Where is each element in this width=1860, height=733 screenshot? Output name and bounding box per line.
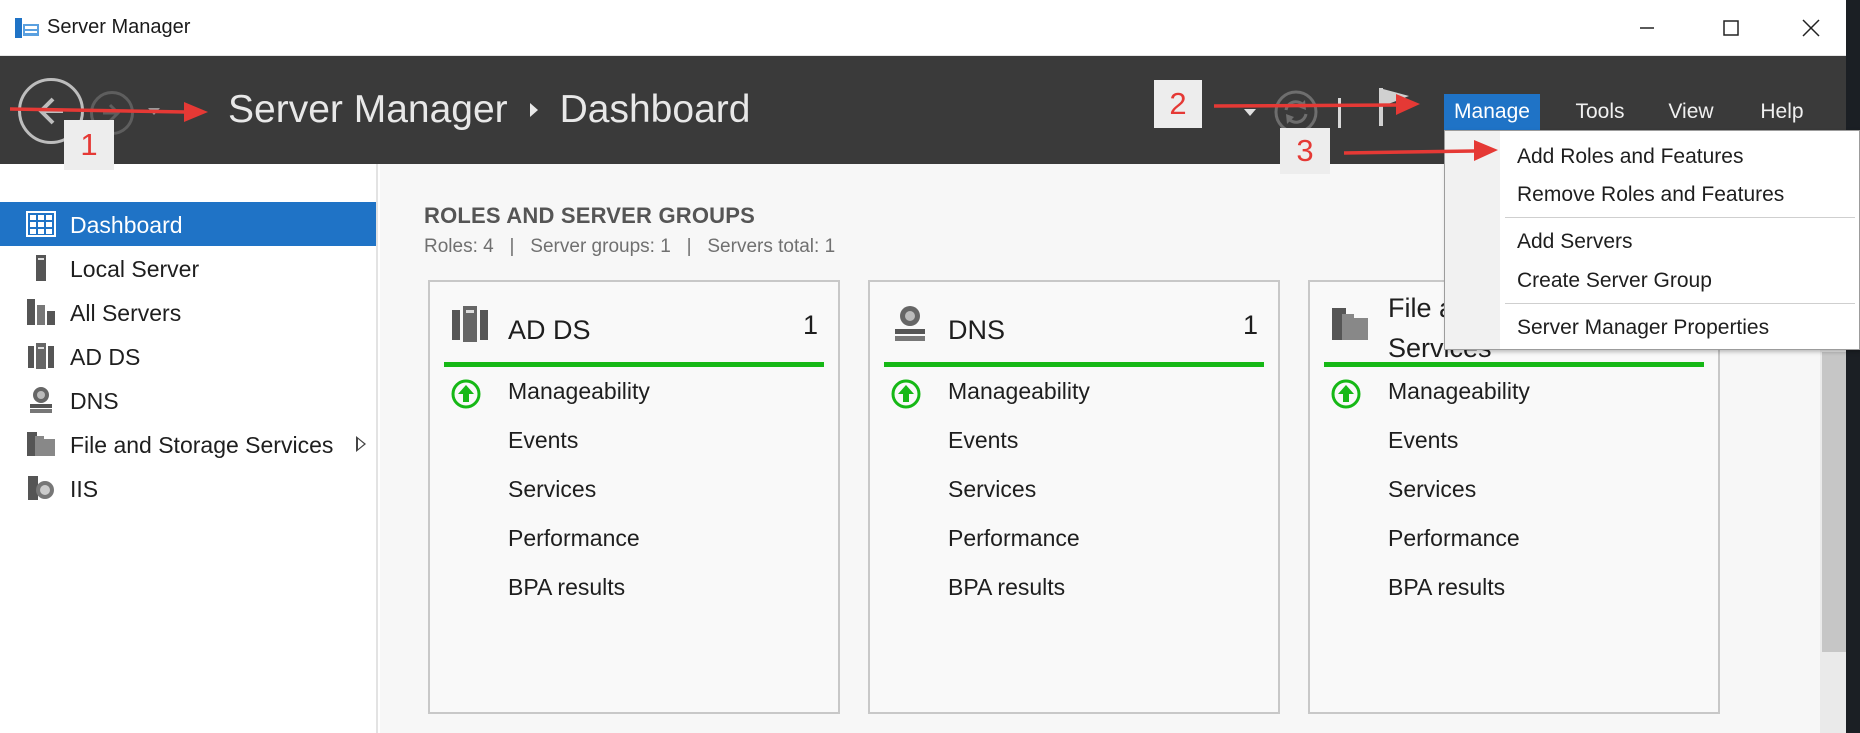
breadcrumb-app: Server Manager <box>228 88 508 131</box>
card-row-bpa-results[interactable]: BPA results <box>948 574 1065 601</box>
status-bar <box>444 362 824 367</box>
window-edge <box>1846 0 1860 733</box>
iis-icon <box>28 476 54 500</box>
role-card-dns[interactable]: DNS 1 Manageability Events Services Perf… <box>868 280 1280 714</box>
menu-item-remove-roles-features[interactable]: Remove Roles and Features <box>1501 177 1857 213</box>
sidebar-item-all-servers[interactable]: All Servers <box>0 290 376 334</box>
ad-ds-icon <box>452 306 488 342</box>
window-title: Server Manager <box>47 16 191 38</box>
sidebar-item-label: AD DS <box>70 344 141 370</box>
card-row-bpa-results[interactable]: BPA results <box>508 574 625 601</box>
card-row-bpa-results[interactable]: BPA results <box>1388 574 1505 601</box>
menu-separator <box>1505 217 1855 218</box>
sidebar-item-label: Dashboard <box>70 212 183 238</box>
breadcrumb: Server Manager Dashboard <box>228 88 750 132</box>
history-dropdown-icon[interactable] <box>146 104 162 118</box>
card-row-manageability[interactable]: Manageability <box>1388 378 1530 405</box>
role-card-ad-ds[interactable]: AD DS 1 Manageability Events Services Pe… <box>428 280 840 714</box>
annotation-step-1: 1 <box>64 120 114 170</box>
notifications-dropdown-icon[interactable] <box>1242 106 1258 118</box>
ad-ds-icon <box>28 343 54 369</box>
card-row-events[interactable]: Events <box>948 427 1018 454</box>
menu-item-server-manager-properties[interactable]: Server Manager Properties <box>1501 310 1857 346</box>
card-row-events[interactable]: Events <box>1388 427 1458 454</box>
close-icon <box>1802 19 1820 37</box>
breadcrumb-separator-icon <box>529 103 538 117</box>
card-title[interactable]: DNS <box>948 310 1005 350</box>
card-row-manageability[interactable]: Manageability <box>508 378 650 405</box>
server-icon <box>36 255 46 281</box>
annotation-step-2: 2 <box>1154 80 1202 128</box>
card-row-performance[interactable]: Performance <box>1388 525 1520 552</box>
sidebar-item-label: Local Server <box>70 256 200 282</box>
menu-item-create-server-group[interactable]: Create Server Group <box>1501 263 1857 299</box>
sidebar-item-label: IIS <box>70 476 99 502</box>
title-bar: Server Manager <box>0 0 1860 56</box>
breadcrumb-page: Dashboard <box>559 88 751 131</box>
card-row-manageability[interactable]: Manageability <box>948 378 1090 405</box>
notifications-flag-icon[interactable] <box>1376 86 1412 128</box>
sidebar-item-label: DNS <box>70 388 119 414</box>
maximize-button[interactable] <box>1706 8 1756 48</box>
server-manager-app-icon <box>15 18 39 38</box>
sidebar-item-label: File and Storage Services <box>70 432 334 458</box>
section-summary: Roles: 4 | Server groups: 1 | Servers to… <box>424 236 836 257</box>
scrollbar-thumb[interactable] <box>1822 352 1846 652</box>
sidebar-item-file-storage[interactable]: File and Storage Services <box>0 422 376 466</box>
minimize-icon <box>1640 27 1654 29</box>
status-ok-icon <box>1331 379 1361 409</box>
status-bar <box>1324 362 1704 367</box>
header-divider <box>1338 98 1341 128</box>
expand-arrow-icon[interactable] <box>356 436 366 452</box>
card-row-events[interactable]: Events <box>508 427 578 454</box>
card-row-services[interactable]: Services <box>948 476 1036 503</box>
menu-item-add-servers[interactable]: Add Servers <box>1501 224 1857 260</box>
sidebar-item-dashboard[interactable]: Dashboard <box>0 202 376 246</box>
sidebar-item-dns[interactable]: DNS <box>0 378 376 422</box>
card-row-performance[interactable]: Performance <box>508 525 640 552</box>
section-title: ROLES AND SERVER GROUPS <box>424 203 755 228</box>
sidebar-item-label: All Servers <box>70 300 182 326</box>
card-count: 1 <box>1242 310 1258 340</box>
card-row-performance[interactable]: Performance <box>948 525 1080 552</box>
status-bar <box>884 362 1264 367</box>
menu-manage[interactable]: Manage <box>1444 94 1540 130</box>
sidebar-item-ad-ds[interactable]: AD DS <box>0 334 376 378</box>
menu-icon-gutter <box>1445 131 1500 349</box>
dns-icon <box>895 306 925 341</box>
maximize-icon <box>1723 20 1739 36</box>
card-title[interactable]: AD DS <box>508 310 591 350</box>
dashboard-icon <box>26 211 56 237</box>
menu-view[interactable]: View <box>1656 94 1726 130</box>
card-count: 1 <box>802 310 818 340</box>
card-row-services[interactable]: Services <box>508 476 596 503</box>
dns-icon <box>30 387 52 413</box>
menu-help[interactable]: Help <box>1746 94 1818 130</box>
menu-item-add-roles-features[interactable]: Add Roles and Features <box>1501 139 1857 175</box>
status-ok-icon <box>891 379 921 409</box>
status-ok-icon <box>451 379 481 409</box>
manage-dropdown-menu: Add Roles and Features Remove Roles and … <box>1444 130 1860 350</box>
servers-icon <box>27 299 55 325</box>
card-row-services[interactable]: Services <box>1388 476 1476 503</box>
file-storage-icon <box>1332 308 1368 340</box>
menu-tools[interactable]: Tools <box>1560 94 1640 130</box>
menu-separator <box>1505 303 1855 304</box>
sidebar-item-local-server[interactable]: Local Server <box>0 246 376 290</box>
file-storage-icon <box>27 432 55 456</box>
sidebar-item-iis[interactable]: IIS <box>0 466 376 510</box>
sidebar: Dashboard Local Server All Servers AD DS <box>0 164 378 733</box>
minimize-button[interactable] <box>1622 8 1672 48</box>
annotation-step-3: 3 <box>1280 128 1330 174</box>
close-button[interactable] <box>1786 8 1836 48</box>
